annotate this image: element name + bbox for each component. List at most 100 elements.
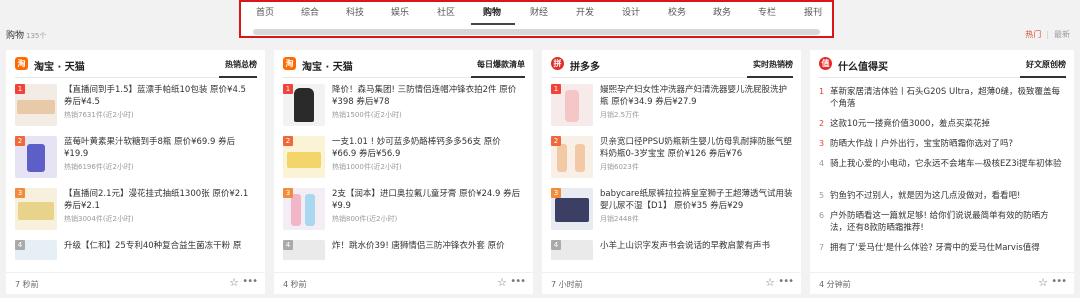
item-title[interactable]: 一支1.01 ! 妙可蓝多奶酪棒钙多多56支 原价¥66.9 券后¥56.9 [332, 136, 525, 160]
card-item-list: 1 嫚熙孕产妇女性冲洗器产妇清洗器婴儿洗屁股洗护瓶 原价¥34.9 券后¥27.… [542, 84, 801, 260]
item-meta: 月销2.5万件 [600, 111, 640, 119]
item-meta: 热销3004件(近2小时) [64, 215, 134, 223]
nav-item-shopping[interactable]: 购物 [483, 5, 501, 18]
more-icon[interactable]: ••• [778, 276, 794, 287]
item-title[interactable]: 炸！跳水价39! 唐狮情侣三防冲锋衣外套 原价 [332, 240, 525, 252]
list-item[interactable]: 2 蓝莓叶黄素果汁软糖到手8瓶 原价¥69.9 券后¥19.9 热销6196件(… [15, 136, 259, 186]
item-title[interactable]: 降价！森马集团! 三防情侣连帽冲锋衣拍2件 原价¥398 券后¥78 [332, 84, 525, 108]
star-icon[interactable]: ☆ [229, 276, 239, 289]
item-title[interactable]: 革新家居清洁体验丨石头G20S Ultra，超薄0缝，极致覆盖每个角落 [830, 86, 1063, 110]
list-item[interactable]: 4 骑上我心爱的小电动，它永远不会堵车—极核EZ3i提车初体验 [819, 158, 1063, 170]
list-item[interactable]: 7 拥有了'爱马仕'是什么体验? 牙膏中的爱马仕Marvis值得 [819, 242, 1063, 254]
nav-item-community[interactable]: 社区 [437, 5, 455, 18]
nav-scrollbar[interactable] [253, 29, 820, 35]
list-item[interactable]: 1 革新家居清洁体验丨石头G20S Ultra，超薄0缝，极致覆盖每个角落 [819, 86, 1063, 110]
taobao-logo-icon: 淘 [283, 57, 296, 70]
card-smzdm: 值 什么值得买 好文原创榜 1 革新家居清洁体验丨石头G20S Ultra，超薄… [810, 50, 1074, 294]
taobao-logo-icon: 淘 [15, 57, 28, 70]
list-item[interactable]: 3 2支【润本】进口奥拉氟儿童牙膏 原价¥24.9 券后¥9.9 热销800件(… [283, 188, 527, 238]
list-item[interactable]: 3 【直播间2.1元】漫花挂式抽纸1300张 原价¥2.1 券后¥2.1 热销3… [15, 188, 259, 238]
top-nav-highlight-box: 首页 综合 科技 娱乐 社区 购物 财经 开发 设计 校务 政务 专栏 报刊 [239, 0, 834, 38]
list-item[interactable]: 4 炸！跳水价39! 唐狮情侣三防冲锋衣外套 原价 [283, 240, 527, 260]
star-icon[interactable]: ☆ [497, 276, 507, 289]
rank-badge: 1 [15, 84, 25, 94]
item-meta: 热销800件(近2小时) [332, 215, 398, 223]
item-title[interactable]: 这款10元一搂竟价值3000，羞点买菜花掉 [830, 118, 1063, 130]
list-item[interactable]: 2 一支1.01 ! 妙可蓝多奶酪棒钙多多56支 原价¥66.9 券后¥56.9… [283, 136, 527, 186]
item-title[interactable]: 户外防晒看这一篇就足够! 给你们说说最简单有效的防晒方法，还有8款防晒霜推荐! [830, 210, 1063, 234]
rank-badge: 4 [551, 240, 561, 250]
card-footer: 4 分钟前 ☆ ••• [810, 272, 1074, 294]
sort-hot[interactable]: 热门 [1025, 30, 1041, 39]
list-item[interactable]: 1 嫚熙孕产妇女性冲洗器产妇清洗器婴儿洗屁股洗护瓶 原价¥34.9 券后¥27.… [551, 84, 795, 134]
rank-badge: 1 [551, 84, 561, 94]
card-item-list: 1 革新家居清洁体验丨石头G20S Ultra，超薄0缝，极致覆盖每个角落 2 … [819, 86, 1063, 262]
rank-badge: 3 [283, 188, 293, 198]
item-title[interactable]: 【直播间到手1.5】蓝漂手帕纸10包装 原价¥4.5 券后¥4.5 [64, 84, 257, 108]
item-title[interactable]: 防晒大作战丨户外出行，宝宝防晒霜你选对了吗? [830, 138, 1063, 150]
list-item[interactable]: 1 【直播间到手1.5】蓝漂手帕纸10包装 原价¥4.5 券后¥4.5 热销76… [15, 84, 259, 134]
item-title[interactable]: 蓝莓叶黄素果汁软糖到手8瓶 原价¥69.9 券后¥19.9 [64, 136, 257, 160]
item-title[interactable]: 嫚熙孕产妇女性冲洗器产妇清洗器婴儿洗屁股洗护瓶 原价¥34.9 券后¥27.9 [600, 84, 793, 108]
item-title[interactable]: 贝亲宽口径PPSU奶瓶新生婴儿仿母乳耐摔防胀气塑料奶瓶0-3岁宝宝 原价¥126… [600, 136, 793, 160]
top-nav: 首页 综合 科技 娱乐 社区 购物 财经 开发 设计 校务 政务 专栏 报刊 [241, 5, 832, 25]
nav-item-home[interactable]: 首页 [256, 5, 274, 18]
list-item[interactable]: 6 户外防晒看这一篇就足够! 给你们说说最简单有效的防晒方法，还有8款防晒霜推荐… [819, 210, 1063, 234]
list-item[interactable]: 5 钓鱼钓不过别人，就是因为这几点没做对，看看吧! [819, 190, 1063, 202]
item-title[interactable]: 钓鱼钓不过别人，就是因为这几点没做对，看看吧! [830, 190, 1063, 202]
item-meta: 热销6196件(近2小时) [64, 163, 134, 171]
star-icon[interactable]: ☆ [1038, 276, 1048, 289]
rank-badge: 2 [551, 136, 561, 146]
card-brand[interactable]: 淘宝 · 天猫 [302, 58, 353, 73]
nav-item-newspaper[interactable]: 报刊 [804, 5, 822, 18]
card-brand[interactable]: 拼多多 [570, 58, 600, 73]
card-board-name: 每日爆款清单 [477, 60, 525, 69]
nav-item-dev[interactable]: 开发 [576, 5, 594, 18]
card-taobao-hot: 淘 淘宝 · 天猫 热销总榜 1 【直播间到手1.5】蓝漂手帕纸10包装 原价¥… [6, 50, 265, 294]
list-item[interactable]: 2 贝亲宽口径PPSU奶瓶新生婴儿仿母乳耐摔防胀气塑料奶瓶0-3岁宝宝 原价¥1… [551, 136, 795, 186]
item-title[interactable]: 升级【仁和】25专利40种复合益生菌冻干粉 原 [64, 240, 257, 252]
card-brand[interactable]: 什么值得买 [838, 58, 888, 73]
nav-item-column[interactable]: 专栏 [758, 5, 776, 18]
item-title[interactable]: 骑上我心爱的小电动，它永远不会堵车—极核EZ3i提车初体验 [830, 158, 1063, 170]
list-item[interactable]: 3 防晒大作战丨户外出行，宝宝防晒霜你选对了吗? [819, 138, 1063, 150]
list-item[interactable]: 3 babycare纸尿裤拉拉裤皇室狮子王超薄透气试用装婴儿尿不湿【D1】 原价… [551, 188, 795, 238]
nav-item-general[interactable]: 综合 [301, 5, 319, 18]
item-title[interactable]: 【直播间2.1元】漫花挂式抽纸1300张 原价¥2.1 券后¥2.1 [64, 188, 257, 212]
rank-badge: 4 [15, 240, 25, 250]
card-footer: 7 小时前 ☆ ••• [542, 272, 801, 294]
card-item-list: 1 【直播间到手1.5】蓝漂手帕纸10包装 原价¥4.5 券后¥4.5 热销76… [6, 84, 265, 260]
nav-item-finance[interactable]: 财经 [530, 5, 548, 18]
card-pinduoduo: 拼 拼多多 实时热销榜 1 嫚熙孕产妇女性冲洗器产妇清洗器婴儿洗屁股洗护瓶 原价… [542, 50, 801, 294]
item-title[interactable]: 拥有了'爱马仕'是什么体验? 牙膏中的爱马仕Marvis值得 [830, 242, 1063, 254]
more-icon[interactable]: ••• [510, 276, 526, 287]
card-brand[interactable]: 淘宝 · 天猫 [34, 58, 85, 73]
card-header: 淘 淘宝 · 天猫 热销总榜 [6, 50, 265, 80]
rank-number: 7 [819, 243, 825, 252]
rank-badge: 4 [283, 240, 293, 250]
nav-item-tech[interactable]: 科技 [346, 5, 364, 18]
list-item[interactable]: 1 降价！森马集团! 三防情侣连帽冲锋衣拍2件 原价¥398 券后¥78 热销1… [283, 84, 527, 134]
list-item[interactable]: 4 升级【仁和】25专利40种复合益生菌冻干粉 原 [15, 240, 259, 260]
nav-item-campus[interactable]: 校务 [668, 5, 686, 18]
nav-item-government[interactable]: 政务 [713, 5, 731, 18]
more-icon[interactable]: ••• [1051, 276, 1067, 287]
category-count: 135个 [26, 32, 47, 40]
update-time: 4 分钟前 [819, 280, 851, 289]
update-time: 4 秒前 [283, 280, 307, 289]
nav-item-design[interactable]: 设计 [622, 5, 640, 18]
list-item[interactable]: 2 这款10元一搂竟价值3000，羞点买菜花掉 [819, 118, 1063, 130]
rank-badge: 1 [283, 84, 293, 94]
more-icon[interactable]: ••• [242, 276, 258, 287]
item-title[interactable]: 小羊上山识字发声书会说话的早教启蒙有声书 [600, 240, 793, 252]
sort-latest[interactable]: 最新 [1054, 30, 1070, 39]
item-title[interactable]: 2支【润本】进口奥拉氟儿童牙膏 原价¥24.9 券后¥9.9 [332, 188, 525, 212]
item-title[interactable]: babycare纸尿裤拉拉裤皇室狮子王超薄透气试用装婴儿尿不湿【D1】 原价¥3… [600, 188, 793, 212]
smzdm-logo-icon: 值 [819, 57, 832, 70]
card-header: 淘 淘宝 · 天猫 每日爆款清单 [274, 50, 533, 80]
list-item[interactable]: 4 小羊上山识字发声书会说话的早教启蒙有声书 [551, 240, 795, 260]
update-time: 7 秒前 [15, 280, 39, 289]
card-item-list: 1 降价！森马集团! 三防情侣连帽冲锋衣拍2件 原价¥398 券后¥78 热销1… [274, 84, 533, 260]
nav-item-entertainment[interactable]: 娱乐 [391, 5, 409, 18]
star-icon[interactable]: ☆ [765, 276, 775, 289]
